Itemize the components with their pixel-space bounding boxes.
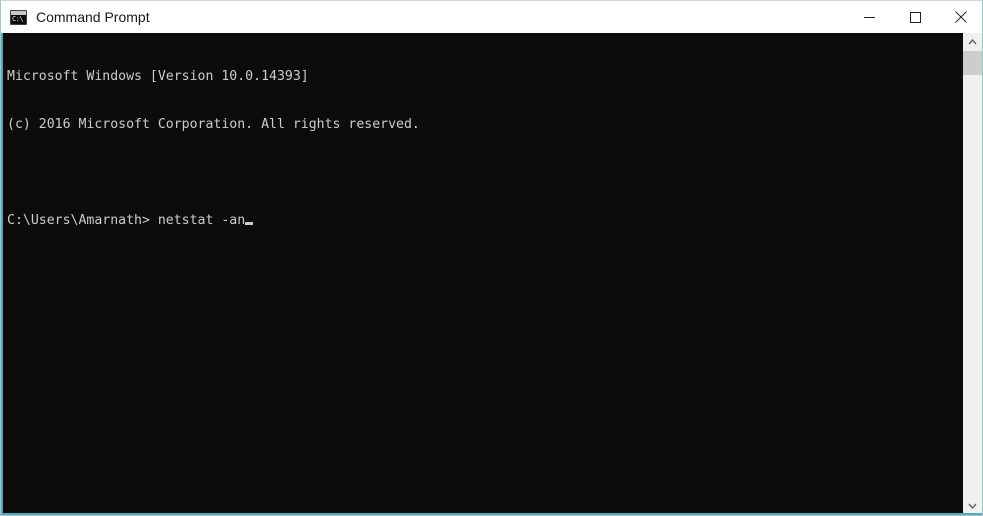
scrollbar-track[interactable] <box>963 51 982 497</box>
minimize-button[interactable] <box>846 1 892 33</box>
window-controls <box>846 1 982 33</box>
scrollbar-thumb[interactable] <box>963 51 982 75</box>
chevron-down-icon <box>968 503 977 509</box>
text-cursor <box>245 222 254 225</box>
window-title: Command Prompt <box>36 9 150 25</box>
console-text: Microsoft Windows [Version 10.0.14393] (… <box>7 37 958 261</box>
vertical-scrollbar[interactable] <box>963 33 982 515</box>
console-output-area[interactable]: Microsoft Windows [Version 10.0.14393] (… <box>1 33 982 515</box>
command-prompt-window: C:\ Command Prompt Microsoft Windows [Ve… <box>0 0 983 516</box>
console-prompt-command: C:\Users\Amarnath> netstat -an <box>7 213 246 228</box>
minimize-icon <box>863 16 875 18</box>
console-prompt-line: C:\Users\Amarnath> netstat -an <box>7 213 958 229</box>
console-line-copyright: (c) 2016 Microsoft Corporation. All righ… <box>7 117 420 132</box>
title-bar[interactable]: C:\ Command Prompt <box>1 1 982 33</box>
maximize-icon <box>909 11 921 23</box>
window-bottom-accent <box>1 513 982 515</box>
chevron-up-icon <box>968 39 977 45</box>
icon-prompt-glyph: C:\ <box>12 14 24 23</box>
title-bar-left: C:\ Command Prompt <box>1 1 846 33</box>
maximize-button[interactable] <box>892 1 938 33</box>
close-button[interactable] <box>938 1 982 33</box>
command-prompt-icon: C:\ <box>10 9 27 25</box>
scroll-up-button[interactable] <box>963 33 982 51</box>
close-icon <box>955 11 967 23</box>
console-line-version: Microsoft Windows [Version 10.0.14393] <box>7 69 309 84</box>
